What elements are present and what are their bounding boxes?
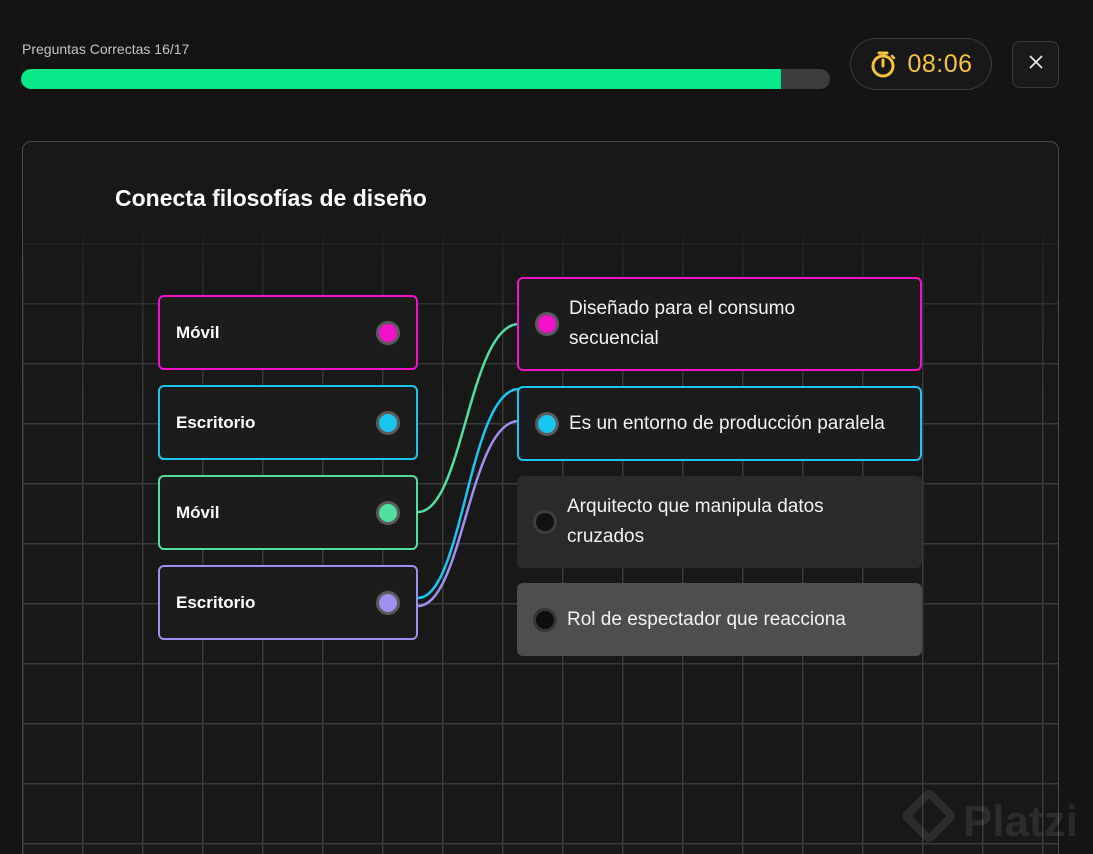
right-option-label: Diseñado para el consumo secuencial xyxy=(569,298,796,349)
right-option-arquitecto[interactable]: Arquitecto que manipula datos cruzados xyxy=(517,476,922,568)
connector-dot[interactable] xyxy=(376,410,400,435)
left-option-label: Móvil xyxy=(176,502,220,522)
close-icon xyxy=(1029,55,1043,74)
right-option-label: Rol de espectador que reacciona xyxy=(567,608,846,630)
connector-dot[interactable] xyxy=(533,607,557,632)
left-option-escritorio-2[interactable]: Escritorio xyxy=(158,565,418,640)
connector-dot[interactable] xyxy=(376,590,400,615)
exercise-title: Conecta filosofías de diseño xyxy=(115,185,427,211)
timer-value: 08:06 xyxy=(907,49,973,78)
right-option-label: Arquitecto que manipula datos cruzados xyxy=(567,496,824,547)
connector-dot[interactable] xyxy=(535,312,559,336)
left-option-movil-2[interactable]: Móvil xyxy=(158,475,418,550)
close-button[interactable] xyxy=(1012,41,1059,88)
left-option-label: Escritorio xyxy=(176,412,256,432)
connector-dot[interactable] xyxy=(535,411,559,436)
left-option-label: Escritorio xyxy=(176,592,256,612)
right-option-consumo-secuencial[interactable]: Diseñado para el consumo secuencial xyxy=(517,277,922,371)
progress-bar xyxy=(21,69,830,89)
timer: 08:06 xyxy=(850,38,992,90)
left-option-escritorio-1[interactable]: Escritorio xyxy=(158,385,418,460)
connector-dot[interactable] xyxy=(376,320,400,345)
right-option-produccion-paralela[interactable]: Es un entorno de producción paralela xyxy=(517,386,922,461)
left-option-movil-1[interactable]: Móvil xyxy=(158,295,418,370)
left-option-label: Móvil xyxy=(176,322,220,342)
progress-bar-fill xyxy=(21,69,782,89)
stopwatch-icon xyxy=(869,50,897,78)
connector-dot[interactable] xyxy=(376,500,400,525)
connector-dot[interactable] xyxy=(533,510,557,534)
progress-label: Preguntas Correctas 16/17 xyxy=(22,41,190,57)
right-option-espectador[interactable]: Rol de espectador que reacciona xyxy=(517,583,922,656)
quiz-screen: Preguntas Correctas 16/17 08:06 Conecta … xyxy=(0,0,1093,854)
right-option-label: Es un entorno de producción paralela xyxy=(569,412,885,434)
